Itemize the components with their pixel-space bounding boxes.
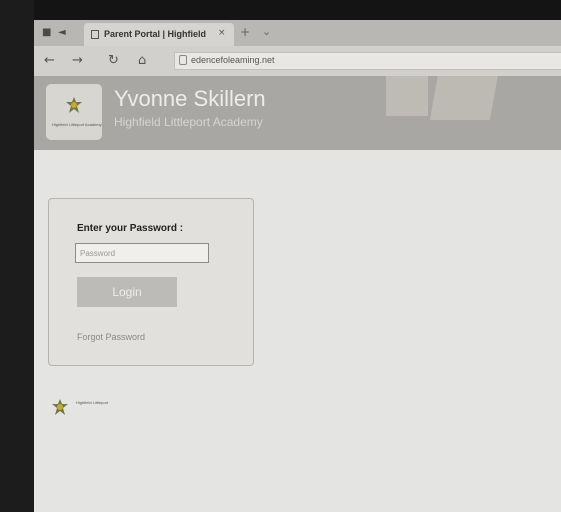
student-name: Yvonne Skillern	[114, 86, 266, 111]
page-icon	[91, 30, 99, 39]
new-tab-icon[interactable]: +	[240, 25, 250, 39]
screen: ■ ◄ Parent Portal | Highfield × + ⌄ ← → …	[34, 20, 561, 512]
crest-icon	[66, 97, 82, 113]
school-logo: Highfield Littleport Academy	[46, 84, 102, 140]
login-panel: Enter your Password : Login Forgot Passw…	[48, 198, 254, 366]
forward-icon[interactable]: →	[72, 53, 83, 68]
url-text: edencefoleaming.net	[191, 55, 275, 65]
screen-glare	[386, 76, 428, 116]
footer-text: Highfield Littleport	[76, 400, 109, 405]
footer-crest-icon	[52, 399, 68, 415]
back-icon[interactable]: ←	[44, 53, 55, 68]
address-bar: ← → ↻ ⌂ edencefoleaming.net	[34, 46, 561, 76]
logo-caption: Highfield Littleport Academy	[52, 122, 102, 127]
screen-glare	[429, 74, 499, 120]
lock-icon	[179, 55, 187, 65]
password-label: Enter your Password :	[77, 223, 184, 234]
forgot-password-link[interactable]: Forgot Password	[77, 332, 145, 342]
monitor-bezel-left	[0, 0, 34, 512]
close-tab-icon[interactable]: ×	[218, 28, 226, 38]
password-field[interactable]	[75, 243, 209, 263]
chevron-down-icon[interactable]: ⌄	[262, 25, 271, 38]
window-menu-icon[interactable]: ■	[42, 27, 51, 38]
monitor-bezel-top	[0, 0, 561, 22]
tab-active[interactable]: Parent Portal | Highfield ×	[84, 23, 234, 46]
tab-back-icon[interactable]: ◄	[58, 27, 66, 38]
school-name: Highfield Littleport Academy	[114, 115, 263, 129]
tab-strip: ■ ◄ Parent Portal | Highfield × + ⌄	[34, 20, 561, 46]
refresh-icon[interactable]: ↻	[108, 53, 119, 68]
login-button[interactable]: Login	[77, 277, 177, 307]
url-field[interactable]: edencefoleaming.net	[174, 52, 561, 70]
home-icon[interactable]: ⌂	[138, 53, 146, 68]
tab-title: Parent Portal | Highfield	[104, 29, 207, 39]
